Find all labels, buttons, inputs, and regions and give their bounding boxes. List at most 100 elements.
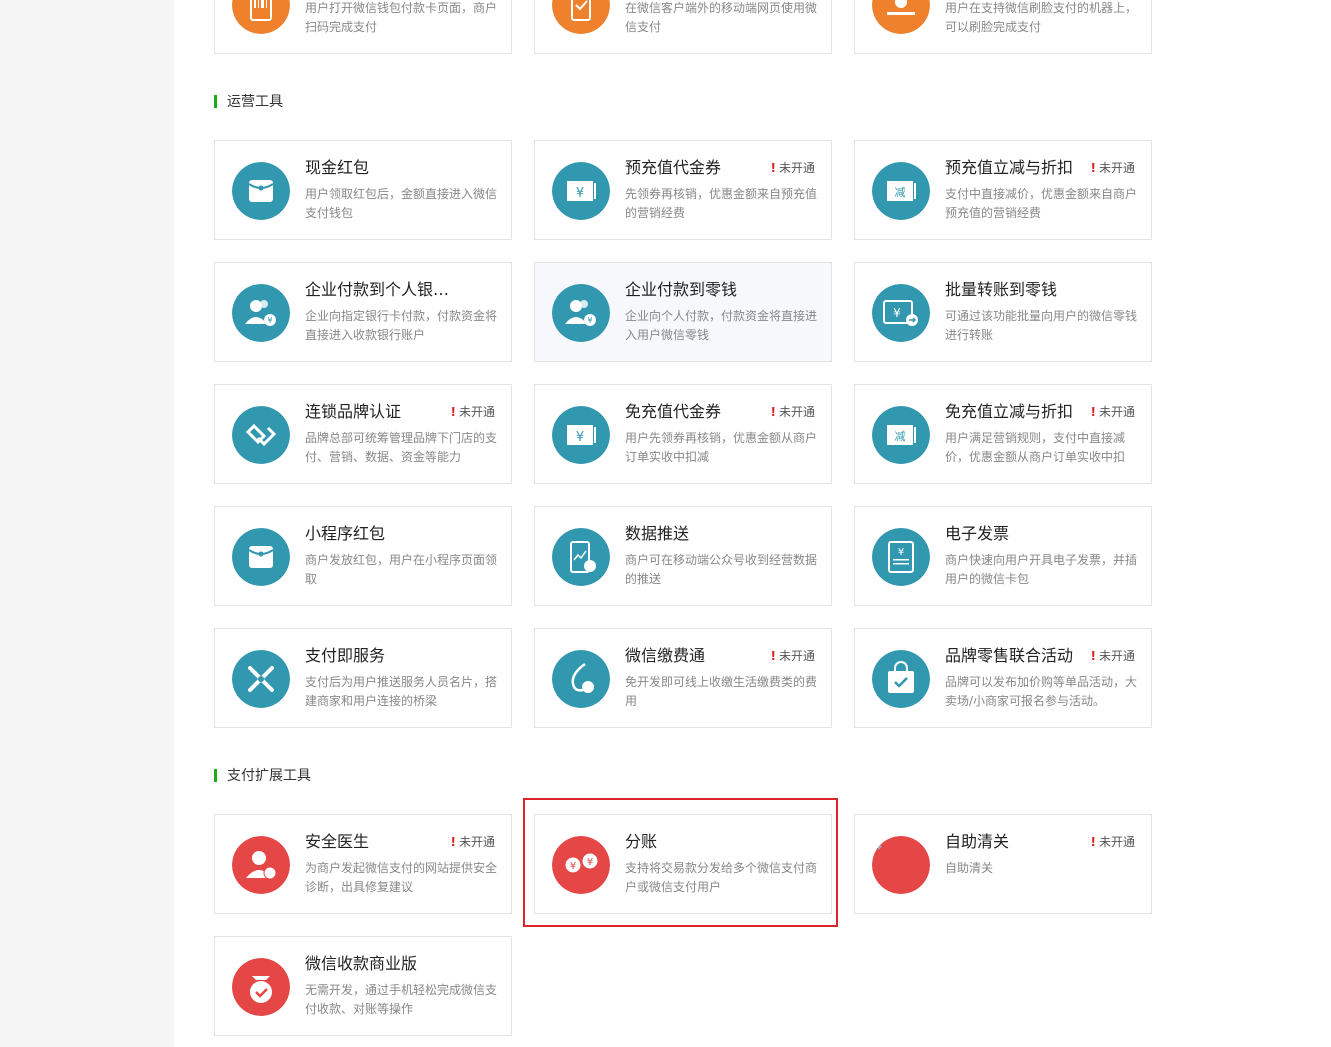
card-title: 预充值立减与折扣 [945, 158, 1074, 177]
card-title: 自助清关 [945, 832, 1010, 851]
yen-coupon-icon: ¥ [552, 406, 610, 464]
security-doctor-icon [232, 836, 290, 894]
svg-text:¥: ¥ [893, 306, 901, 320]
exclamation-icon: ! [1090, 649, 1096, 663]
card-desc: 免开发即可线上收缴生活缴费类的费用 [625, 675, 818, 708]
badge-label: 未开通 [1098, 649, 1135, 663]
svg-text:减: 减 [895, 430, 906, 443]
left-sidebar [0, 0, 174, 1047]
red-packet-icon [232, 528, 290, 586]
card-desc: 可通过该功能批量向用户的微信零钱进行转账 [945, 309, 1138, 342]
svg-text:¥: ¥ [576, 186, 584, 201]
section-title-ops: 运营工具 [214, 94, 283, 110]
data-push-icon [552, 528, 610, 586]
card-title: 品牌零售联合活动 [945, 646, 1074, 665]
card-title: 免充值立减与折扣 [945, 402, 1074, 421]
badge-label: 未开通 [1098, 161, 1135, 175]
badge-label: 未开通 [1098, 405, 1135, 419]
card-title: 现金红包 [305, 158, 370, 177]
svg-text:¥: ¥ [267, 316, 272, 325]
service-card[interactable]: 品牌零售联合活动品牌可以发布加价购等单品活动，大卖场/小商家可报名参与活动。! 未… [854, 628, 1152, 728]
card-title: 小程序红包 [305, 524, 386, 543]
card-desc: 支付中直接减价，优惠金额来自商户预充值的营销经费 [945, 187, 1138, 220]
section-title-ext: 支付扩展工具 [214, 768, 311, 784]
customs-clearance-icon [872, 836, 930, 894]
service-card-h5-pay[interactable]: 在微信客户端外的移动端网页使用微信支付 [534, 0, 832, 54]
svg-text:减: 减 [895, 186, 906, 199]
card-desc: 无需开发，通过手机轻松完成微信支付收款、对账等操作 [305, 983, 498, 1016]
discount-coupon-icon: 减 [872, 162, 930, 220]
service-card[interactable]: 数据推送商户可在移动端公众号收到经营数据的推送 [534, 506, 832, 606]
card-title: 微信缴费通 [625, 646, 706, 665]
service-card-barcode-pay[interactable]: 用户打开微信钱包付款卡页面，商户扫码完成支付 [214, 0, 512, 54]
card-desc: 商户可在移动端公众号收到经营数据的推送 [625, 553, 818, 586]
service-card-face-pay[interactable]: 用户在支持微信刷脸支付的机器上，可以刷脸完成支付 [854, 0, 1152, 54]
selection-highlight [523, 798, 838, 927]
card-desc: 用户先领券再核销，优惠金额从商户订单实收中扣减 [625, 431, 818, 464]
service-card[interactable]: 现金红包用户领取红包后，金额直接进入微信支付钱包 [214, 140, 512, 240]
badge-label: 未开通 [1098, 835, 1135, 849]
badge-label: 未开通 [778, 405, 815, 419]
card-title: 微信收款商业版 [305, 954, 418, 973]
service-card[interactable]: 微信缴费通 免开发即可线上收缴生活缴费类的费用! 未开通 [534, 628, 832, 728]
not-activated-badge: ! 未开通 [451, 404, 496, 420]
card-title: 批量转账到零钱 [945, 280, 1058, 299]
card-desc: 用户满足营销规则，支付中直接减价，优惠金额从商户订单实收中扣 [945, 431, 1126, 464]
card-title: 安全医生 [305, 832, 370, 851]
batch-transfer-icon: ¥ [872, 284, 930, 342]
bill-pay-icon [552, 650, 610, 708]
card-title: 支付即服务 [305, 646, 386, 665]
shopping-bag-icon [872, 650, 930, 708]
service-card[interactable]: 微信收款商业版无需开发，通过手机轻松完成微信支付收款、对账等操作 [214, 936, 512, 1036]
card-title: 电子发票 [945, 524, 1010, 543]
card-desc: 自助清关 [945, 861, 994, 875]
exclamation-icon: ! [1090, 161, 1096, 175]
svg-text:¥: ¥ [587, 316, 592, 325]
service-card[interactable]: ¥ 批量转账到零钱可通过该功能批量向用户的微信零钱进行转账 [854, 262, 1152, 362]
service-card[interactable]: 支付即服务支付后为用户推送服务人员名片，搭建商家和用户连接的桥梁 [214, 628, 512, 728]
card-title: 数据推送 [625, 524, 690, 543]
exclamation-icon: ! [770, 649, 776, 663]
card-desc: 企业向个人付款，付款资金将直接进入用户微信零钱 [625, 309, 818, 342]
service-card[interactable]: 自助清关 自助清关! 未开通 [854, 814, 1152, 914]
card-desc: 品牌可以发布加价购等单品活动，大卖场/小商家可报名参与活动。 [945, 675, 1138, 708]
service-card[interactable]: 连锁品牌认证 品牌总部可统筹管理品牌下门店的支付、营销、数据、资金等能力! 未开通 [214, 384, 512, 484]
not-activated-badge: ! 未开通 [771, 404, 816, 420]
exclamation-icon: ! [450, 405, 456, 419]
svg-text:¥: ¥ [898, 547, 904, 558]
service-card[interactable]: 小程序红包商户发放红包，用户在小程序页面领取 [214, 506, 512, 606]
card-desc: 用户领取红包后，金额直接进入微信支付钱包 [305, 187, 498, 220]
service-card[interactable]: ¥ 免充值代金券用户先领券再核销，优惠金额从商户订单实收中扣减 ! 未开通 [534, 384, 832, 484]
not-activated-badge: ! 未开通 [1091, 160, 1136, 176]
users-yen-icon: ¥ [552, 284, 610, 342]
card-desc: 用户在支持微信刷脸支付的机器上，可以刷脸完成支付 [945, 1, 1138, 34]
service-card[interactable]: 减预充值立减与折扣 支付中直接减价，优惠金额来自商户预充值的营销经费! 未开通 [854, 140, 1152, 240]
card-title: 企业付款到零钱 [625, 280, 738, 299]
card-desc: 用户打开微信钱包付款卡页面，商户扫码完成支付 [305, 1, 498, 34]
card-title: 免充值代金券 [625, 402, 722, 421]
money-bag-icon [232, 958, 290, 1016]
card-desc: 商户发放红包，用户在小程序页面领取 [305, 553, 498, 586]
card-desc: 先领券再核销，优惠金额来自预充值的营销经费 [625, 187, 818, 220]
face-pay-icon [872, 0, 930, 34]
e-invoice-icon: ¥ [872, 528, 930, 586]
card-desc: 支付后为用户推送服务人员名片，搭建商家和用户连接的桥梁 [305, 675, 498, 708]
badge-label: 未开通 [778, 161, 815, 175]
service-card[interactable]: ¥ 企业付款到个人银… 企业向指定银行卡付款，付款资金将直接进入收款银行账户 [214, 262, 512, 362]
card-title: 预充值代金券 [625, 158, 722, 177]
service-card[interactable]: ¥ 电子发票商户快速向用户开具电子发票，并插用户的微信卡包 [854, 506, 1152, 606]
badge-label: 未开通 [458, 835, 495, 849]
card-desc: 商户快速向用户开具电子发票，并插用户的微信卡包 [945, 553, 1138, 586]
not-activated-badge: ! 未开通 [1091, 404, 1136, 420]
service-card[interactable]: ¥ 预充值代金券先领券再核销，优惠金额来自预充值的营销经费 ! 未开通 [534, 140, 832, 240]
service-card[interactable]: 减 免充值立减与折扣用户满足营销规则，支付中直接减价，优惠金额从商户订单实收中扣!… [854, 384, 1152, 484]
not-activated-badge: ! 未开通 [451, 834, 496, 850]
service-card[interactable]: ¥ 企业付款到零钱企业向个人付款，付款资金将直接进入用户微信零钱 [534, 262, 832, 362]
badge-label: 未开通 [458, 405, 495, 419]
users-yen-icon: ¥ [232, 284, 290, 342]
not-activated-badge: ! 未开通 [771, 160, 816, 176]
exclamation-icon: ! [1090, 405, 1096, 419]
exclamation-icon: ! [1090, 835, 1096, 849]
service-card[interactable]: 安全医生 为商户发起微信支付的网站提供安全诊断，出具修复建议! 未开通 [214, 814, 512, 914]
yen-coupon-icon: ¥ [552, 162, 610, 220]
